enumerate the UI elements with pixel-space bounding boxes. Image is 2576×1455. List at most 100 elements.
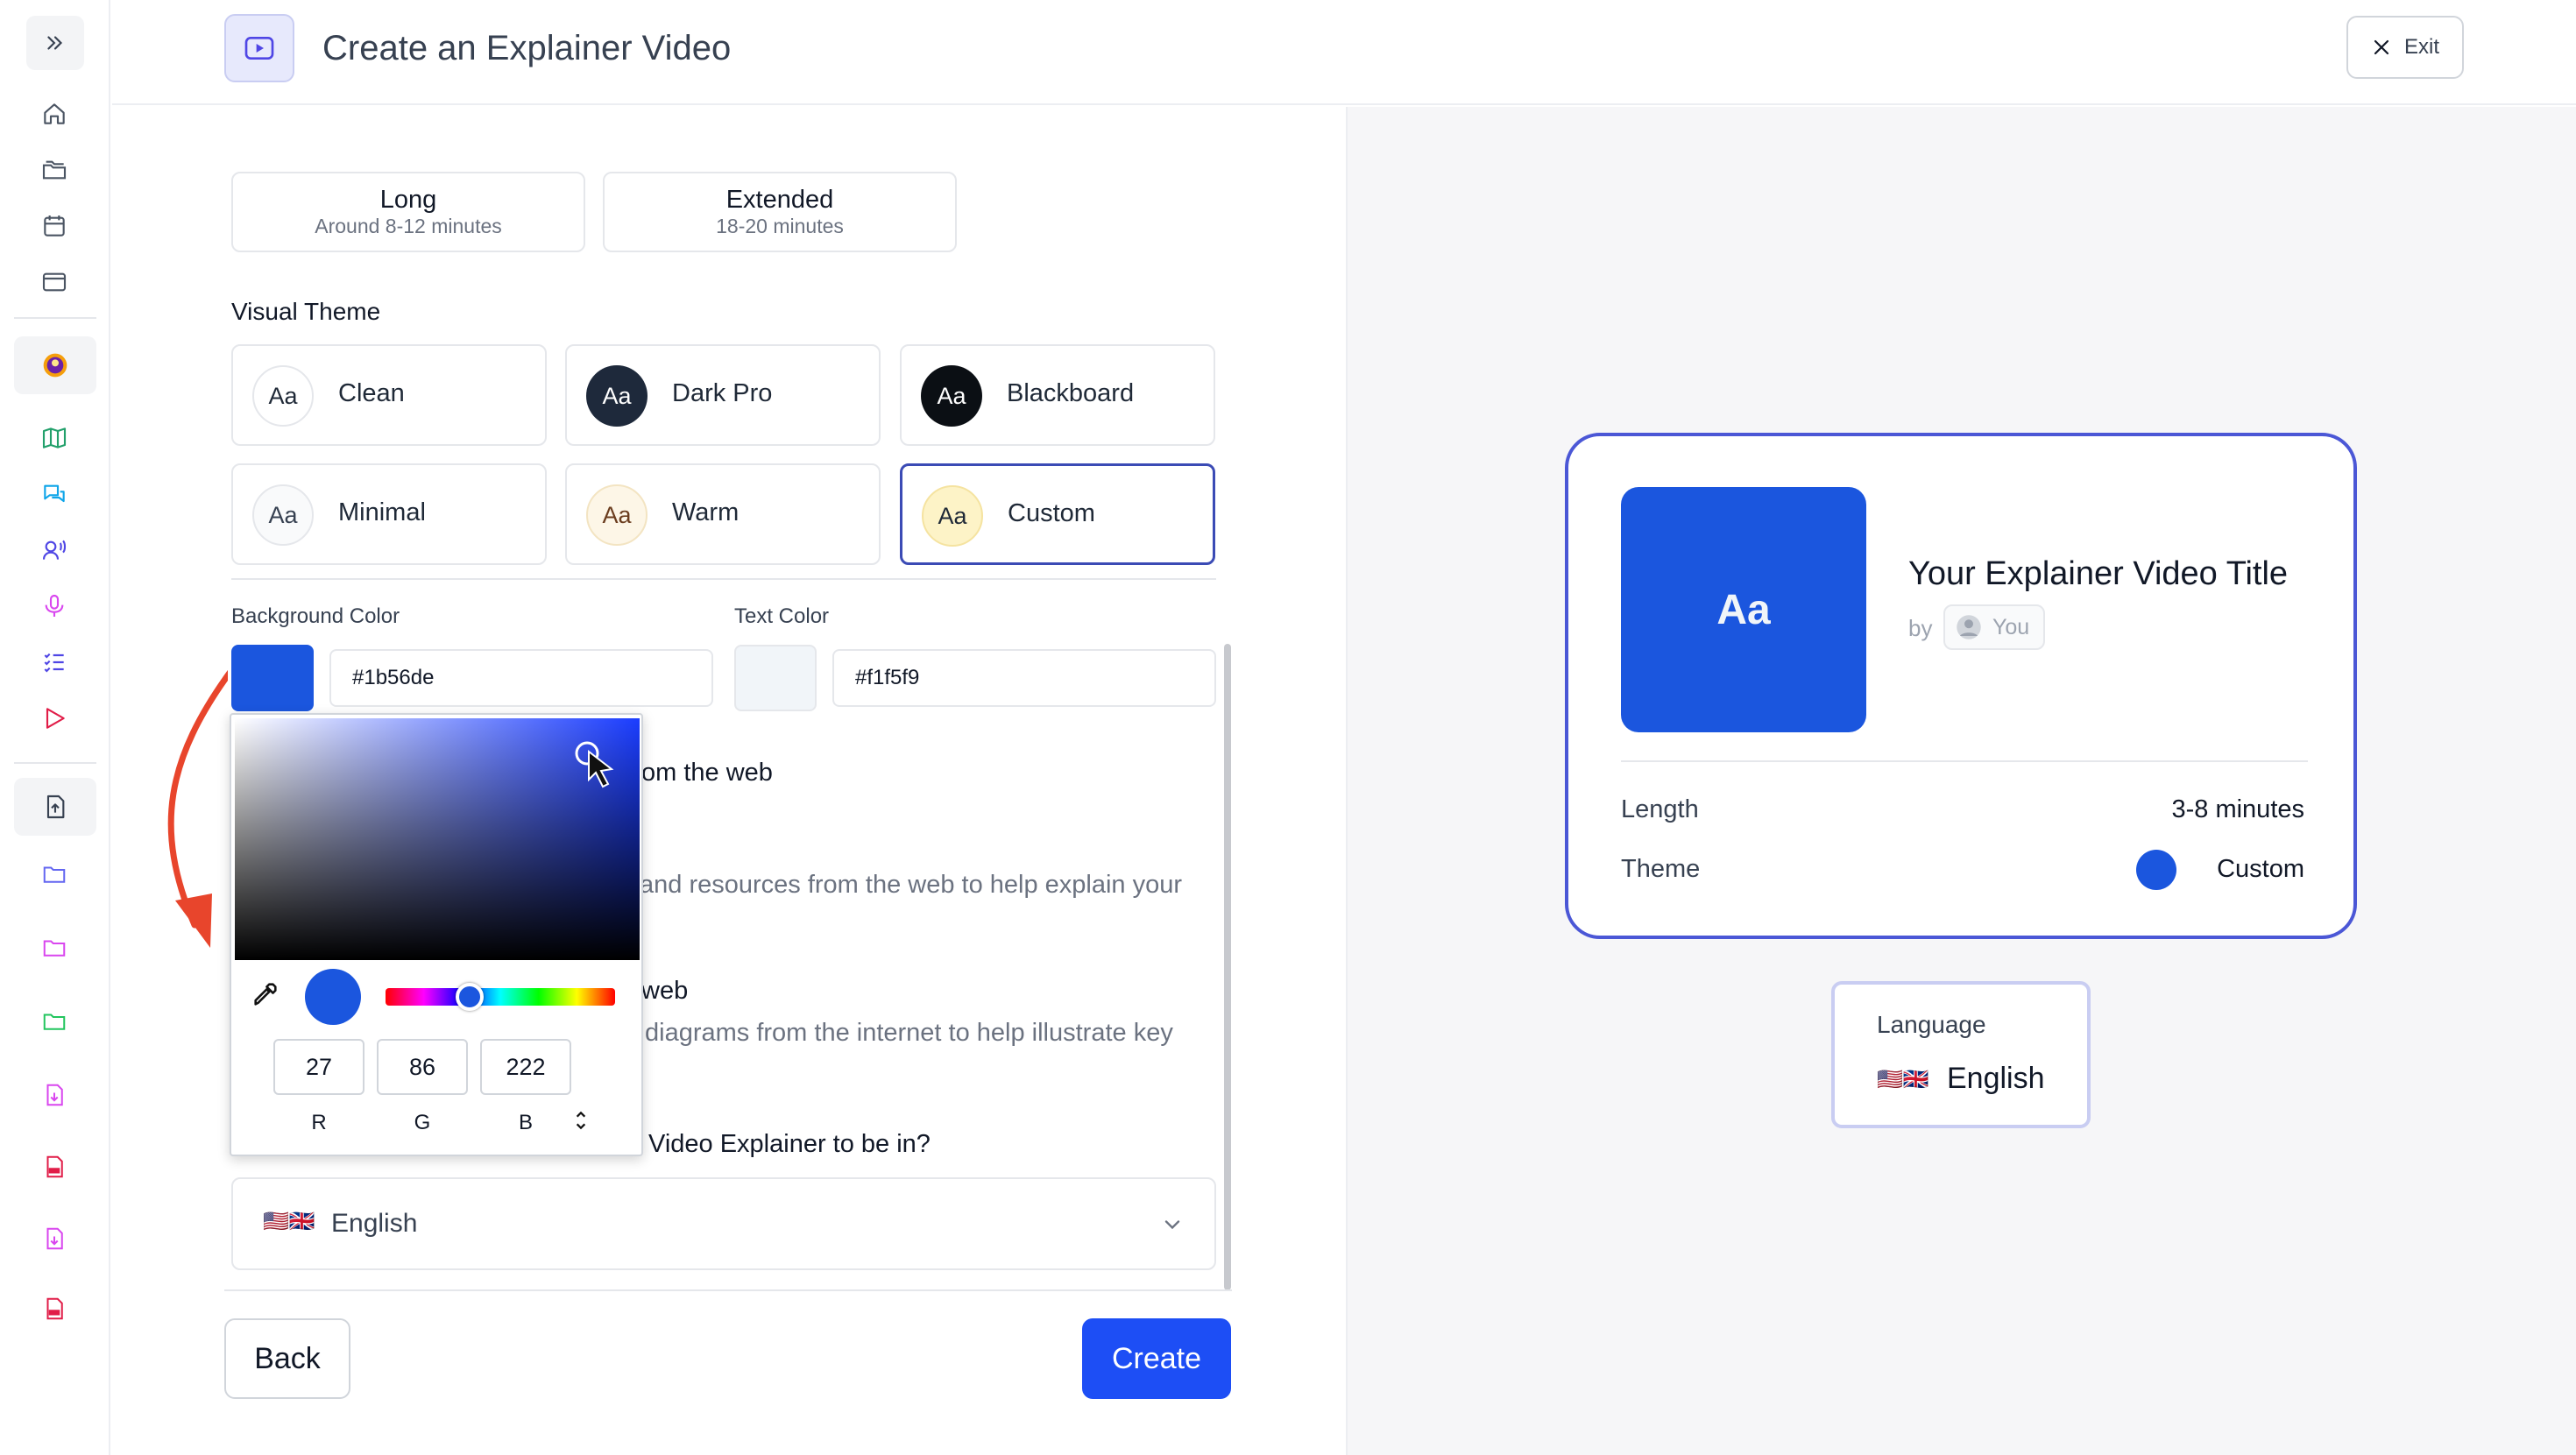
file-upload-icon: [46, 795, 65, 819]
create-button[interactable]: Create: [1082, 1318, 1231, 1399]
video-icon: [224, 14, 294, 82]
theme-option-warm[interactable]: Aa Warm: [565, 463, 881, 565]
saturation-area[interactable]: [235, 718, 640, 960]
background-color-swatch[interactable]: [231, 645, 314, 711]
red-label: R: [311, 1111, 327, 1134]
pdf-file-icon[interactable]: [37, 1149, 72, 1184]
web-images-title: web: [641, 977, 689, 1005]
preview-card: Aa Your Explainer Video Title by You Len…: [1565, 433, 2357, 939]
theme-option-minimal[interactable]: Aa Minimal: [231, 463, 547, 565]
length-option-long[interactable]: Long Around 8-12 minutes: [231, 172, 585, 252]
back-button[interactable]: Back: [224, 1318, 350, 1399]
upload-file-button[interactable]: [14, 778, 96, 836]
checklist-icon[interactable]: [37, 645, 72, 680]
exit-button[interactable]: Exit: [2346, 16, 2464, 79]
theme-name: Custom: [1008, 499, 1095, 527]
eyedropper-icon[interactable]: [251, 979, 280, 1009]
language-select[interactable]: 🇺🇸🇬🇧 English: [231, 1177, 1216, 1270]
page-title: Create an Explainer Video: [322, 29, 732, 67]
theme-name: Minimal: [338, 498, 426, 526]
theme-name: Clean: [338, 379, 405, 407]
expand-sidebar-button[interactable]: [26, 16, 84, 70]
divider: [1621, 760, 2308, 762]
hue-handle[interactable]: [456, 983, 484, 1011]
green-label: G: [414, 1111, 431, 1134]
length-value: 3-8 minutes: [2171, 795, 2304, 823]
voice-icon[interactable]: [37, 533, 72, 568]
divider: [224, 1289, 1232, 1291]
chevron-down-icon: [1164, 1220, 1180, 1230]
theme-badge: Aa: [922, 485, 983, 547]
workspace-avatar[interactable]: [14, 336, 96, 394]
theme-option-custom[interactable]: Aa Custom: [900, 463, 1215, 565]
pdf-file-icon[interactable]: [37, 1291, 72, 1326]
green-input[interactable]: 86: [377, 1039, 468, 1095]
theme-option-dark-pro[interactable]: Aa Dark Pro: [565, 344, 881, 446]
web-research-description: and resources from the web to help expla…: [640, 871, 1183, 899]
length-option-subtitle: Around 8-12 minutes: [315, 215, 502, 237]
theme-name: Blackboard: [1007, 379, 1135, 407]
folder-icon[interactable]: [37, 930, 72, 965]
theme-option-blackboard[interactable]: Aa Blackboard: [900, 344, 1215, 446]
length-label: Length: [1621, 795, 1699, 823]
theme-value: Custom: [2217, 855, 2304, 883]
folder-icon[interactable]: [37, 857, 72, 892]
web-research-title: om the web: [641, 759, 773, 787]
close-icon: [2374, 39, 2389, 55]
language-question: Video Explainer to be in?: [648, 1130, 931, 1158]
preview-thumbnail: Aa: [1621, 487, 1866, 732]
length-option-title: Extended: [725, 186, 834, 214]
language-card: Language 🇺🇸🇬🇧 English: [1831, 981, 2091, 1128]
theme-badge: Aa: [252, 484, 314, 546]
map-icon[interactable]: [37, 420, 72, 456]
language-flags: 🇺🇸🇬🇧: [1877, 1068, 1929, 1091]
download-file-icon[interactable]: [37, 1077, 72, 1112]
theme-option-clean[interactable]: Aa Clean: [231, 344, 547, 446]
home-icon[interactable]: [37, 96, 72, 131]
web-images-description: diagrams from the internet to help illus…: [645, 1019, 1173, 1047]
window-icon[interactable]: [37, 265, 72, 300]
background-color-input[interactable]: #1b56de: [329, 649, 713, 707]
microphone-icon[interactable]: [37, 589, 72, 624]
language-select-value: English: [331, 1209, 418, 1238]
background-color-label: Background Color: [231, 604, 400, 628]
selected-color-preview: [305, 969, 361, 1025]
format-toggle-icon[interactable]: [573, 1109, 589, 1132]
hue-slider[interactable]: [386, 988, 615, 1006]
text-color-swatch[interactable]: [734, 645, 817, 711]
chat-icon[interactable]: [37, 477, 72, 512]
chevrons-right-icon: [47, 36, 63, 50]
blue-label: B: [518, 1111, 533, 1134]
top-header: Create an Explainer Video Exit: [112, 0, 2576, 105]
visual-theme-label: Visual Theme: [231, 298, 381, 325]
calendar-icon[interactable]: [37, 208, 72, 244]
scrollbar[interactable]: [1224, 644, 1231, 1290]
theme-badge: Aa: [586, 484, 648, 546]
blue-input[interactable]: 222: [480, 1039, 571, 1095]
preview-title: Your Explainer Video Title: [1908, 555, 2289, 592]
language-card-value: English: [1947, 1062, 2045, 1095]
play-icon[interactable]: [37, 701, 72, 736]
user-avatar-icon: [1957, 615, 1981, 639]
folder-icon[interactable]: [37, 1004, 72, 1039]
theme-label: Theme: [1621, 855, 1701, 883]
author-chip: You: [1943, 604, 2045, 650]
folders-icon[interactable]: [37, 152, 72, 187]
length-option-subtitle: 18-20 minutes: [716, 215, 844, 237]
annotation-arrow: [167, 669, 228, 948]
red-input[interactable]: 27: [273, 1039, 364, 1095]
download-file-icon[interactable]: [37, 1221, 72, 1256]
theme-name: Warm: [672, 498, 740, 526]
exit-label: Exit: [2403, 35, 2439, 59]
preview-by: by: [1908, 615, 1933, 641]
theme-badge: Aa: [586, 365, 648, 427]
theme-name: Dark Pro: [672, 379, 773, 407]
theme-badge: Aa: [921, 365, 982, 427]
author-name: You: [1992, 614, 2030, 639]
text-color-input[interactable]: #f1f5f9: [832, 649, 1216, 707]
divider: [231, 578, 1216, 580]
text-color-label: Text Color: [734, 604, 830, 628]
sidebar: [0, 0, 110, 1455]
length-option-extended[interactable]: Extended 18-20 minutes: [603, 172, 957, 252]
language-card-label: Language: [1877, 1011, 1986, 1038]
